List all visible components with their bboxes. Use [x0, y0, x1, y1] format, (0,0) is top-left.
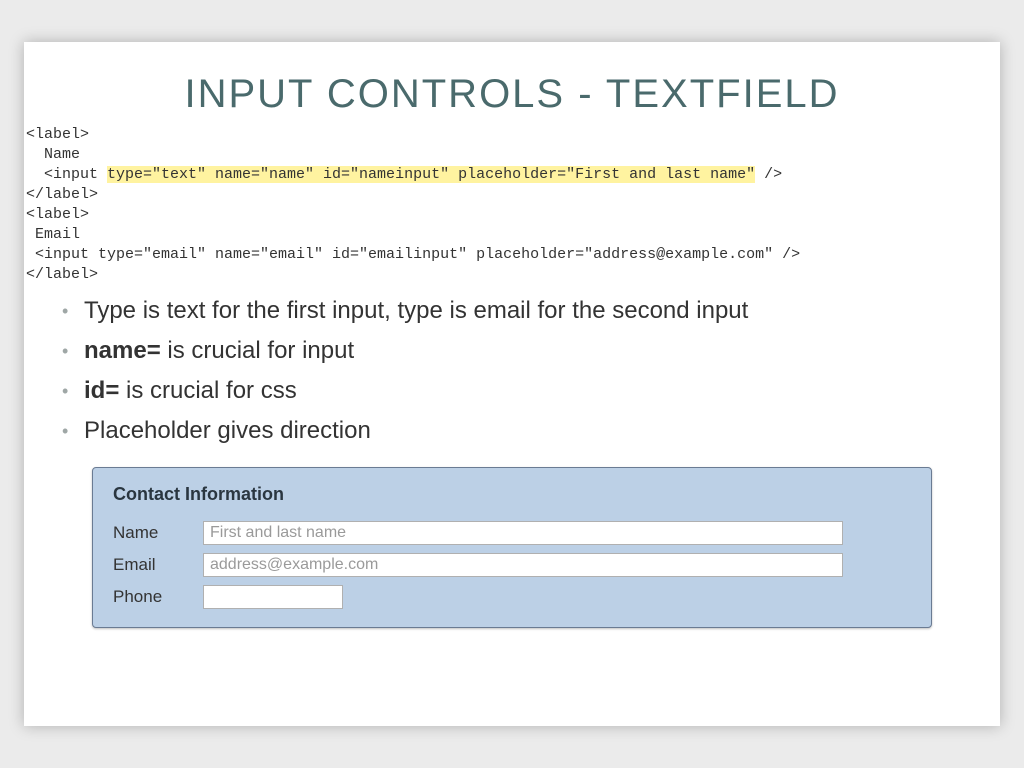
- row-phone: Phone: [93, 581, 931, 613]
- bullet-3-rest: is crucial for css: [119, 377, 296, 404]
- email-label: Email: [113, 555, 203, 575]
- code-line-8: </label>: [26, 266, 98, 283]
- code-line-1: <label>: [26, 126, 89, 143]
- slide-title: INPUT CONTROLS - TEXTFIELD: [24, 42, 1000, 123]
- row-email: Email: [93, 549, 931, 581]
- email-input[interactable]: [203, 553, 843, 577]
- bullet-list: Type is text for the first input, type i…: [54, 291, 970, 451]
- bullet-2-rest: is crucial for input: [161, 337, 354, 364]
- bullet-2: name= is crucial for input: [84, 331, 970, 371]
- bullet-4: Placeholder gives direction: [84, 411, 970, 451]
- slide: INPUT CONTROLS - TEXTFIELD <label> Name …: [24, 42, 1000, 726]
- code-line-2: Name: [26, 146, 80, 163]
- bullet-3: id= is crucial for css: [84, 371, 970, 411]
- row-name: Name: [93, 517, 931, 549]
- bullet-1: Type is text for the first input, type i…: [84, 291, 970, 331]
- page: INPUT CONTROLS - TEXTFIELD <label> Name …: [0, 0, 1024, 768]
- contact-form: Contact Information Name Email Phone: [92, 467, 932, 628]
- name-label: Name: [113, 523, 203, 543]
- phone-input[interactable]: [203, 585, 343, 609]
- code-line-5: <label>: [26, 206, 89, 223]
- form-title: Contact Information: [93, 468, 931, 517]
- code-line-3-prefix: <input: [26, 166, 107, 183]
- code-line-6: Email: [26, 226, 80, 243]
- phone-label: Phone: [113, 587, 203, 607]
- code-line-3-highlight: type="text" name="name" id="nameinput" p…: [107, 166, 755, 183]
- bullet-3-bold: id=: [84, 377, 119, 404]
- code-line-7: <input type="email" name="email" id="ema…: [26, 246, 800, 263]
- code-line-3-suffix: />: [755, 166, 782, 183]
- code-example: <label> Name <input type="text" name="na…: [24, 123, 1000, 287]
- name-input[interactable]: [203, 521, 843, 545]
- bullet-2-bold: name=: [84, 337, 161, 364]
- code-line-4: </label>: [26, 186, 98, 203]
